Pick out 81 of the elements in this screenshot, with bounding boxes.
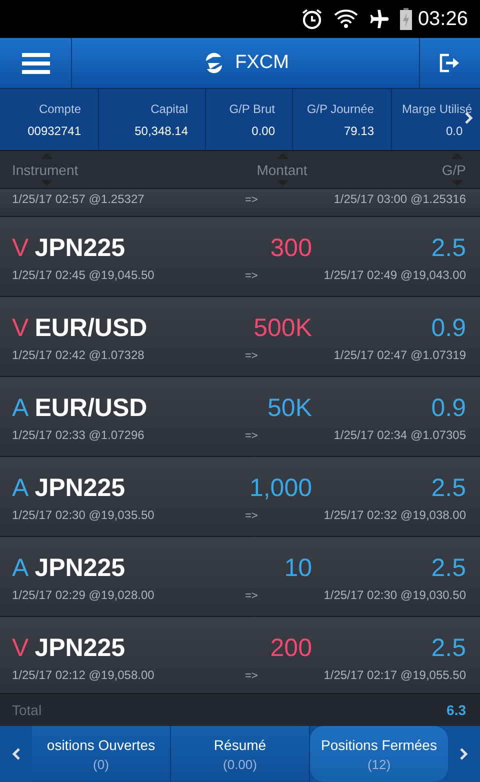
- arrow-text: =>: [244, 670, 259, 682]
- instrument-name: JPN225: [34, 234, 126, 263]
- menu-icon: [22, 52, 50, 74]
- instrument-name: JPN225: [34, 634, 126, 663]
- position-row[interactable]: V EUR/USD 500K 0.9 1/25/17 02:42 @1.07328 => 1/25/17 02:47 @1.07319: [0, 297, 480, 377]
- side-label: A: [12, 474, 29, 503]
- open-time-price: 1/25/17 02:33 @1.07296: [12, 428, 146, 442]
- alarm-clock-icon: [300, 7, 324, 31]
- open-time-price: 1/25/17 02:29 @19,028.00: [12, 588, 156, 602]
- open-time-price: 1/25/17 02:45 @19,045.50: [12, 268, 156, 282]
- battery-icon: [400, 8, 412, 30]
- profit-value: 0.9: [430, 314, 466, 343]
- tab[interactable]: Résumé (0.00): [171, 726, 310, 782]
- arrow-text: =>: [244, 510, 259, 522]
- close-time-price: 1/25/17 02:30 @19,030.50: [322, 588, 466, 602]
- total-value: 6.3: [446, 702, 466, 718]
- clock-time: 03:26: [418, 8, 468, 30]
- open-time-price: 1/25/17 02:42 @1.07328: [12, 348, 146, 362]
- close-time-price: 1/25/17 02:34 @1.07305: [332, 428, 466, 442]
- menu-button[interactable]: [0, 38, 72, 88]
- chevron-left-icon: [12, 748, 20, 760]
- tab[interactable]: Positions Fermées (12): [310, 726, 448, 782]
- summary-label: Marge Utilisé: [402, 102, 472, 116]
- close-time-price: 1/25/17 02:32 @19,038.00: [322, 508, 466, 522]
- profit-value: 2.5: [430, 634, 466, 663]
- chevron-right-icon: [465, 112, 473, 124]
- summary-label: Compte: [38, 102, 81, 116]
- instrument-name: EUR/USD: [34, 314, 148, 343]
- arrow-text: =>: [244, 270, 259, 282]
- position-row[interactable]: A JPN225 10 2.5 1/25/17 02:29 @19,028.00 => 1/25/17 02:30 @19,030.50: [0, 537, 480, 617]
- close-time-price: 1/25/17 03:00 @1.25316: [332, 192, 466, 206]
- summary-label: G/P Brut: [229, 102, 275, 116]
- chevron-right-icon: [460, 748, 468, 760]
- position-row[interactable]: A EUR/USD 50K 0.9 1/25/17 02:33 @1.07296 => 1/25/17 02:34 @1.07305: [0, 377, 480, 457]
- profit-value: 2.5: [430, 234, 466, 263]
- amount-value: 10: [283, 554, 312, 583]
- open-time-price: 1/25/17 02:30 @19,035.50: [12, 508, 156, 522]
- amount-value: 200: [269, 634, 312, 663]
- arrow-text: =>: [244, 430, 259, 442]
- instrument-name: JPN225: [34, 554, 126, 583]
- close-time-price: 1/25/17 02:47 @1.07319: [332, 348, 466, 362]
- total-label: Total: [12, 702, 42, 718]
- position-row[interactable]: V JPN225 300 2.5 1/25/17 02:45 @19,045.50 => 1/25/17 02:49 @19,043.00: [0, 217, 480, 297]
- app-title: FXCM: [235, 52, 289, 74]
- profit-value: 0.9: [430, 394, 466, 423]
- arrow-text: =>: [244, 590, 259, 602]
- side-label: V: [12, 234, 29, 263]
- column-header[interactable]: G/P: [312, 151, 466, 188]
- instrument-name: JPN225: [34, 474, 126, 503]
- side-label: A: [12, 394, 29, 423]
- summary-value: 00932741: [28, 124, 81, 138]
- amount-value: 1,000: [248, 474, 312, 503]
- close-time-price: 1/25/17 02:49 @19,043.00: [322, 268, 466, 282]
- side-label: V: [12, 314, 29, 343]
- arrow-text: =>: [244, 194, 259, 206]
- arrow-text: =>: [244, 350, 259, 362]
- profit-value: 2.5: [430, 554, 466, 583]
- tab[interactable]: ositions Ouvertes (0): [32, 726, 171, 782]
- logout-button[interactable]: [419, 38, 480, 88]
- airplane-icon: [368, 8, 390, 30]
- logout-icon: [439, 53, 461, 73]
- wifi-icon: [334, 9, 358, 29]
- summary-label: G/P Journée: [306, 102, 374, 116]
- amount-value: 300: [269, 234, 312, 263]
- column-header[interactable]: Montant: [252, 151, 312, 188]
- close-time-price: 1/25/17 02:17 @19,055.50: [322, 668, 466, 682]
- side-label: V: [12, 634, 29, 663]
- summary-value: 0.0: [446, 124, 463, 138]
- position-row[interactable]: A JPN225 1,000 2.5 1/25/17 02:30 @19,035.50 => 1/25/17 02:32 @19,038.00: [0, 457, 480, 537]
- summary-label: Capital: [150, 102, 188, 116]
- amount-value: 50K: [266, 394, 312, 423]
- side-label: A: [12, 554, 29, 583]
- instrument-name: EUR/USD: [34, 394, 148, 423]
- amount-value: 500K: [252, 314, 312, 343]
- profit-value: 2.5: [430, 474, 466, 503]
- open-time-price: 1/25/17 02:57 @1.25327: [12, 192, 146, 206]
- open-time-price: 1/25/17 02:12 @19,058.00: [12, 668, 156, 682]
- summary-value: 79.13: [344, 124, 374, 138]
- summary-value: 0.00: [252, 124, 275, 138]
- column-header[interactable]: Instrument: [12, 151, 232, 188]
- summary-value: 50,348.14: [134, 124, 188, 138]
